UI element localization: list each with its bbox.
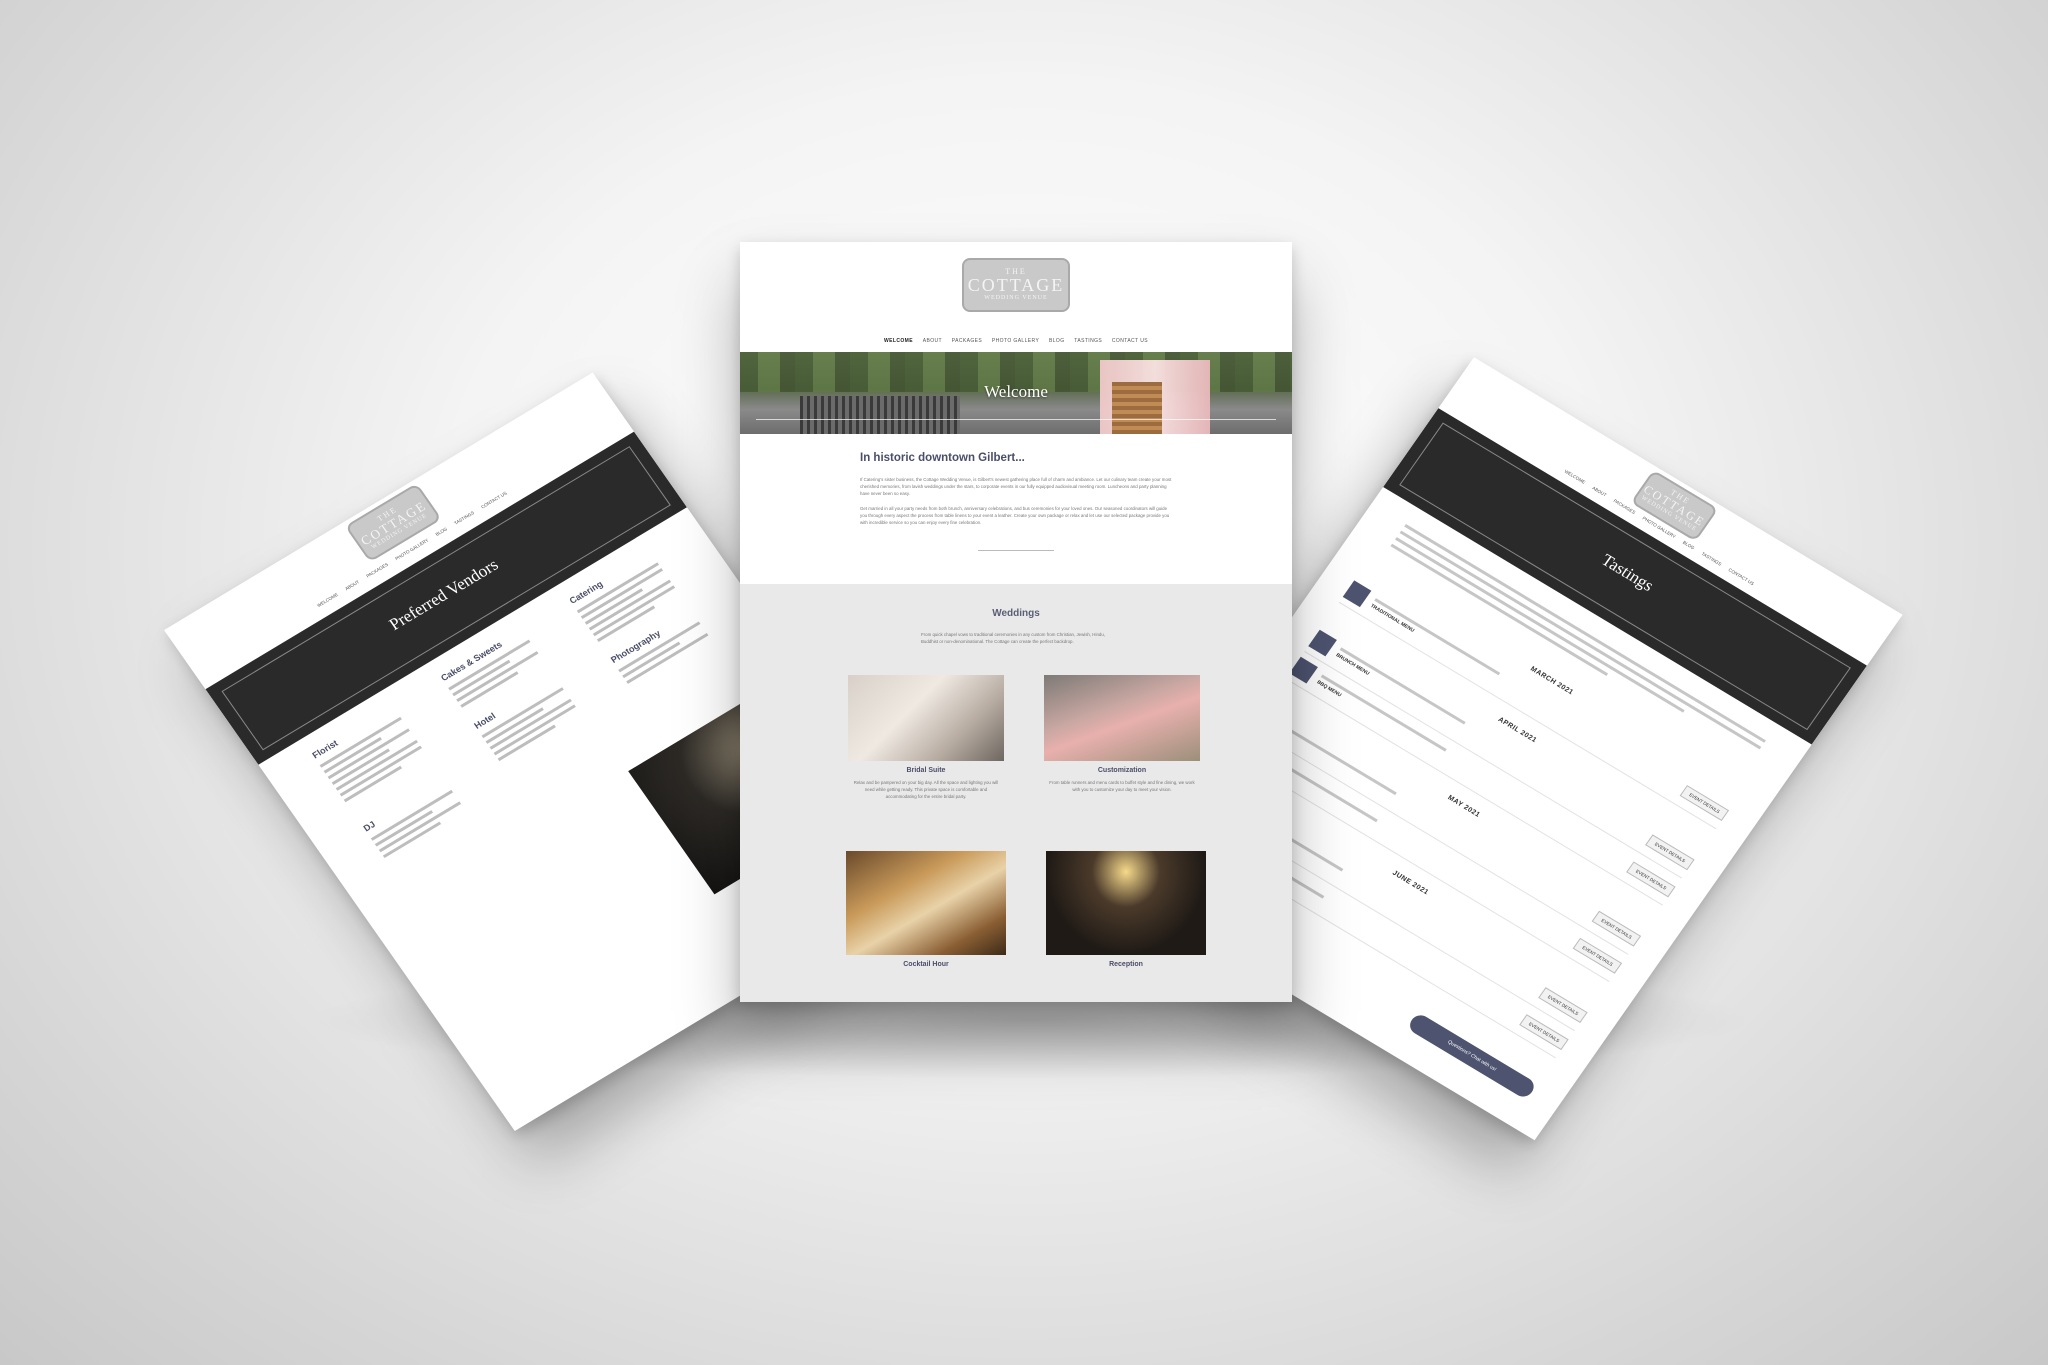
main-nav: WELCOME ABOUT PACKAGES PHOTO GALLERY BLO… <box>740 338 1292 344</box>
vendor-column: Florist DJ <box>310 695 481 861</box>
nav-item-photo-gallery[interactable]: PHOTO GALLERY <box>992 338 1039 344</box>
card-title: Customization <box>1097 767 1147 774</box>
card-description: From table runners and menu cards to buf… <box>1049 780 1195 792</box>
card-title: Bridal Suite <box>906 767 946 774</box>
feature-card[interactable]: Customization From table runners and men… <box>1044 675 1200 793</box>
nav-item-tastings[interactable]: TASTINGS <box>1074 338 1102 344</box>
welcome-page: THE COTTAGE WEDDING VENUE WELCOME ABOUT … <box>740 242 1292 1002</box>
nav-item-about[interactable]: ABOUT <box>923 338 942 344</box>
site-logo[interactable]: THE COTTAGE WEDDING VENUE <box>962 258 1070 312</box>
nav-item-blog[interactable]: BLOG <box>435 526 449 537</box>
nav-item-contact[interactable]: CONTACT US <box>480 491 508 510</box>
nav-item-tastings[interactable]: TASTINGS <box>453 510 475 526</box>
vendor-column: Cakes & Sweets Hotel <box>439 618 610 784</box>
nav-item-welcome[interactable]: WELCOME <box>316 592 339 608</box>
card-title: Reception <box>1109 961 1143 968</box>
nav-item-blog[interactable]: BLOG <box>1049 338 1065 344</box>
intro-paragraph: If Catering's sister business, the Cotta… <box>860 477 1172 496</box>
hero-banner: Welcome <box>740 352 1292 434</box>
bridal-suite-photo <box>848 675 1004 761</box>
section-divider <box>978 550 1054 551</box>
customization-photo <box>1044 675 1200 761</box>
nav-item-tastings[interactable]: TASTINGS <box>1701 551 1723 567</box>
nav-item-welcome[interactable]: WELCOME <box>1563 469 1586 485</box>
hero-title: Welcome <box>984 382 1048 401</box>
nav-item-about[interactable]: ABOUT <box>1591 485 1607 497</box>
logo-line: WEDDING VENUE <box>984 295 1048 301</box>
intro-section: In historic downtown Gilbert... If Cater… <box>740 434 1292 584</box>
intro-paragraph: Get married in all your party needs from… <box>860 506 1170 525</box>
page-header: THE COTTAGE WEDDING VENUE WELCOME ABOUT … <box>740 242 1292 352</box>
event-thumbnail <box>1308 629 1337 657</box>
event-details-button[interactable]: EVENT DETAILS <box>1680 784 1730 821</box>
weddings-section: Weddings From quick chapel vows to tradi… <box>740 584 1292 975</box>
site-logo[interactable]: THE COTTAGE WEDDING VENUE <box>344 482 442 563</box>
intro-title: In historic downtown Gilbert... <box>860 452 1025 464</box>
nav-item-packages[interactable]: PACKAGES <box>952 338 982 344</box>
card-title: Cocktail Hour <box>903 961 949 968</box>
section-description: From quick chapel vows to traditional ce… <box>921 632 1105 644</box>
feature-card[interactable]: Cocktail Hour <box>846 851 1006 968</box>
nav-item-packages[interactable]: PACKAGES <box>365 562 389 579</box>
cocktail-hour-photo <box>846 851 1006 955</box>
vendor-column: Catering Photography <box>568 541 739 707</box>
nav-item-about[interactable]: ABOUT <box>344 579 360 591</box>
feature-card[interactable]: Bridal Suite Relax and be pampered on yo… <box>848 675 1004 800</box>
card-description: Relax and be pampered on your big day. A… <box>853 780 999 799</box>
event-thumbnail <box>1342 580 1372 608</box>
reception-photo <box>1046 851 1206 955</box>
event-thumbnail <box>1289 656 1318 684</box>
nav-item-blog[interactable]: BLOG <box>1682 540 1696 551</box>
nav-item-welcome[interactable]: WELCOME <box>884 338 913 344</box>
nav-item-contact[interactable]: CONTACT US <box>1112 338 1148 344</box>
mockup-scene: THE COTTAGE WEDDING VENUE WELCOME ABOUT … <box>0 0 2048 1365</box>
logo-line: COTTAGE <box>967 275 1065 295</box>
section-title: Weddings <box>992 608 1040 619</box>
feature-grid: Bridal Suite Relax and be pampered on yo… <box>740 645 1292 975</box>
feature-card[interactable]: Reception <box>1046 851 1206 968</box>
hero-divider <box>756 419 1276 420</box>
